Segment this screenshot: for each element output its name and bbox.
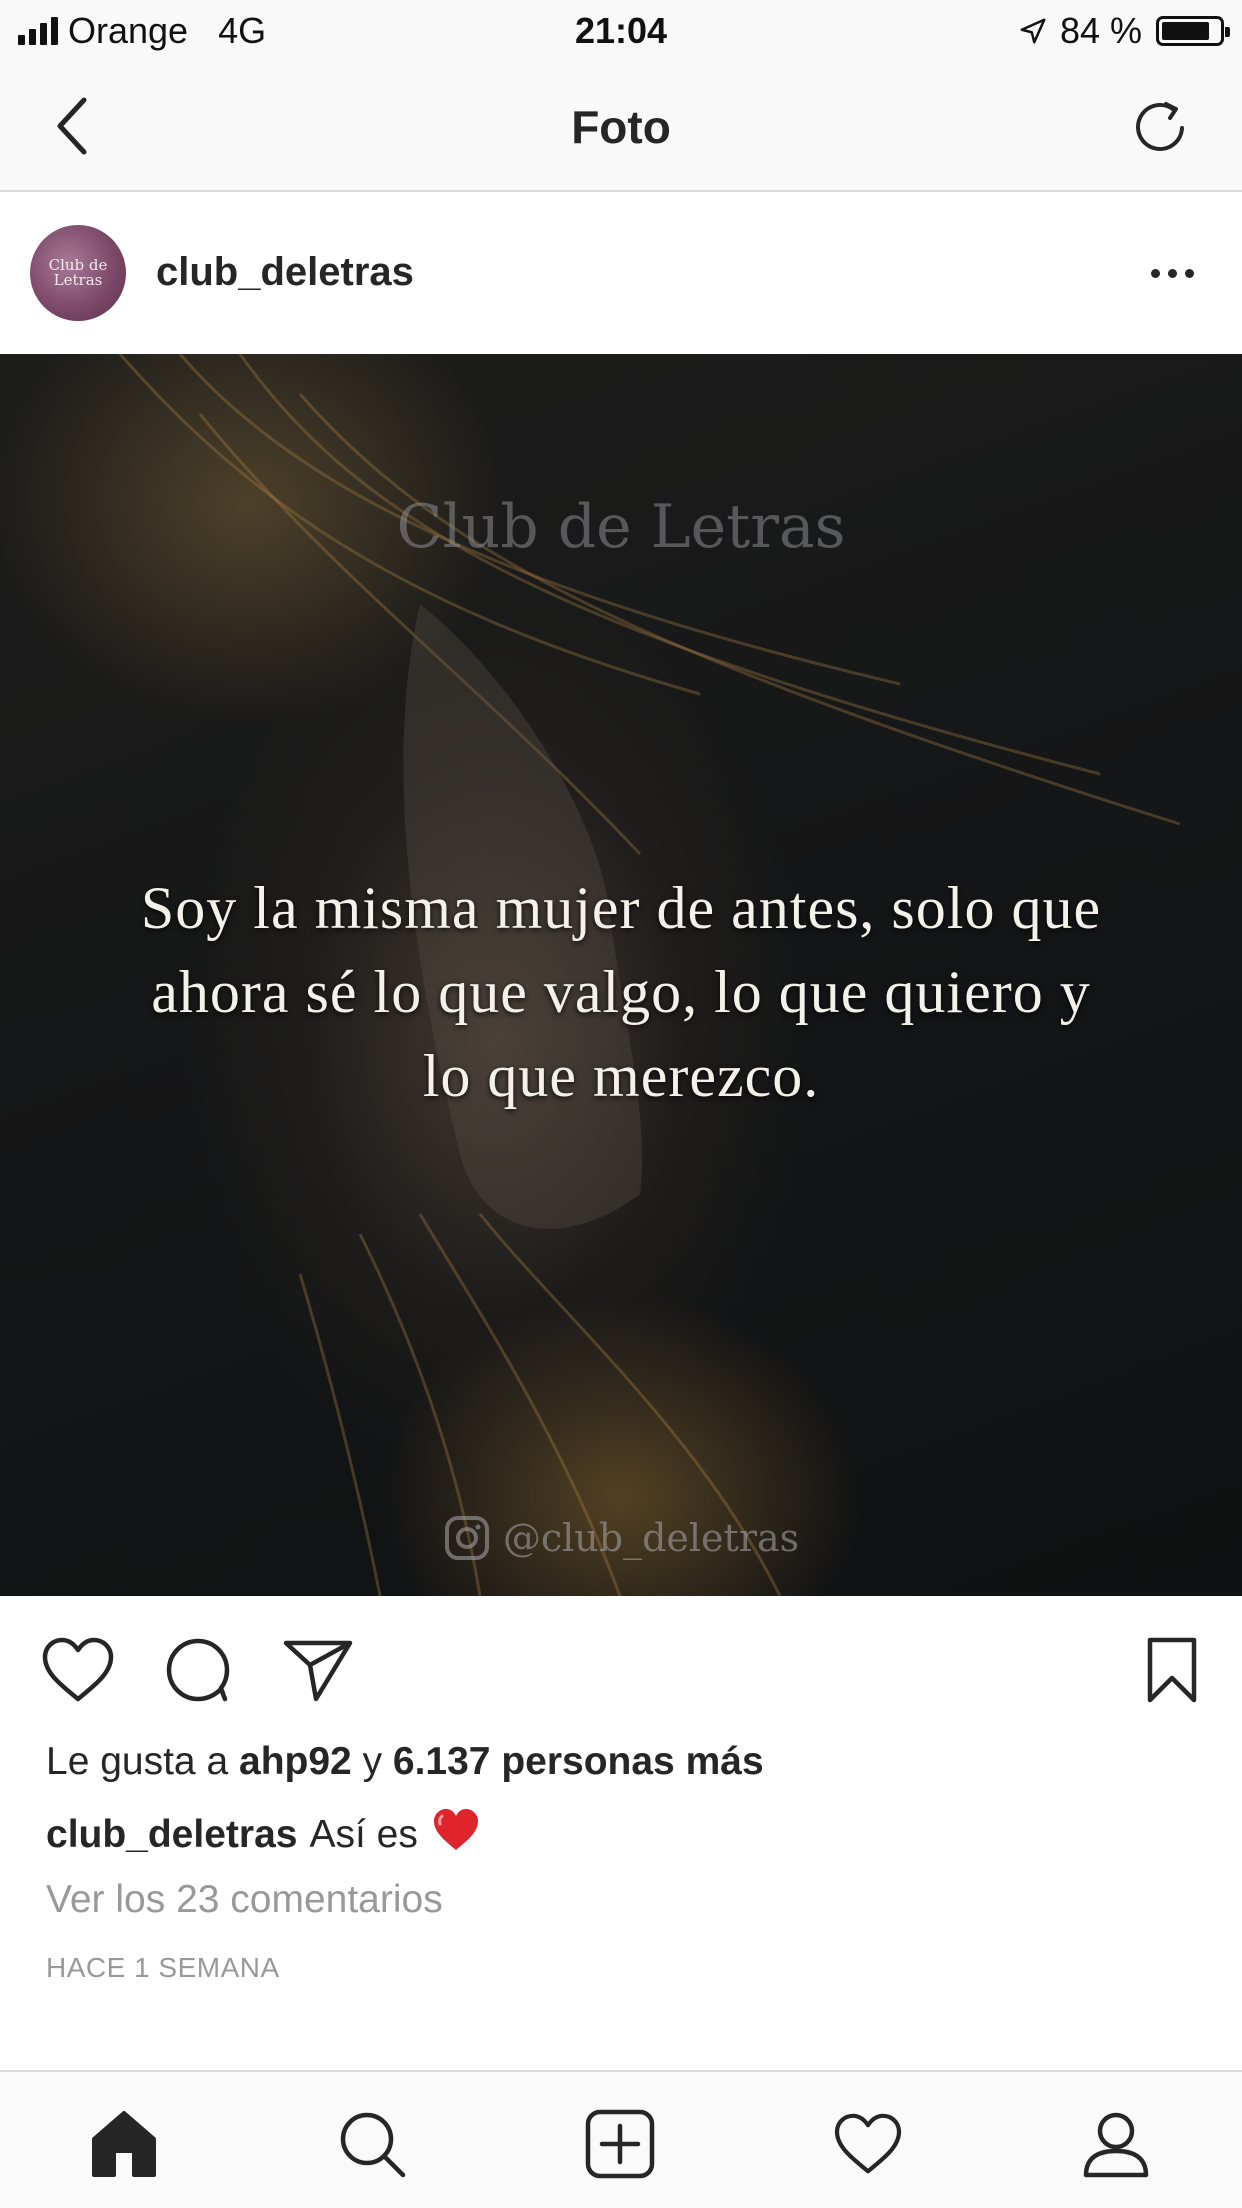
profile-icon <box>1083 2112 1149 2178</box>
more-dot-icon <box>1150 268 1160 278</box>
add-post-icon <box>585 2109 655 2179</box>
location-arrow-icon <box>1018 16 1048 46</box>
watermark-logo: Club de Letras <box>396 492 846 562</box>
battery-fill <box>1162 22 1210 40</box>
heart-icon <box>834 2113 902 2174</box>
comment-button[interactable] <box>160 1632 236 1708</box>
likes-conj: y <box>362 1740 383 1783</box>
heart-icon <box>42 1637 114 1702</box>
status-right: 84 % <box>1018 10 1230 52</box>
status-bar: Orange 4G 21:04 84 % <box>0 0 1242 62</box>
paper-plane-icon <box>283 1640 353 1702</box>
instagram-icon <box>444 1516 489 1560</box>
quote-text: Soy la misma mujer de antes, solo que ah… <box>140 875 1102 1109</box>
more-dot-icon <box>1167 268 1177 278</box>
search-icon <box>340 2112 406 2178</box>
post-header: Club de Letras club_deletras <box>0 192 1242 354</box>
watermark-handle-text: @club_deletras <box>502 1516 800 1560</box>
like-button[interactable] <box>40 1632 116 1708</box>
more-dot-icon <box>1184 268 1194 278</box>
view-comments-link[interactable]: Ver los 23 comentarios <box>46 1878 443 1922</box>
bookmark-icon <box>1147 1637 1197 1703</box>
caption: club_deletras Así es <box>46 1808 480 1862</box>
likes-line[interactable]: Le gusta a ahp92 y 6.137 personas más <box>46 1740 764 1784</box>
refresh-icon <box>1136 102 1184 151</box>
tab-activity[interactable] <box>826 2102 910 2186</box>
save-button[interactable] <box>1134 1632 1210 1708</box>
avatar-logo-text: Club de Letras <box>48 256 108 289</box>
post-actions <box>0 1596 1242 1744</box>
tab-home[interactable] <box>82 2102 166 2186</box>
likes-prefix: Le gusta a <box>46 1740 229 1783</box>
tab-bar <box>0 2070 1242 2208</box>
avatar[interactable]: Club de Letras <box>30 225 126 321</box>
watermark-handle: @club_deletras <box>0 1514 1242 1562</box>
tab-new-post[interactable] <box>578 2102 662 2186</box>
post-image[interactable]: Club de Letras Soy la misma mujer de ant… <box>0 354 1242 1596</box>
post-timestamp: HACE 1 SEMANA <box>46 1952 280 1983</box>
caption-text: Así es <box>309 1813 418 1856</box>
battery-icon <box>1156 16 1230 46</box>
tab-search[interactable] <box>330 2102 414 2186</box>
navigation-bar: Foto <box>0 62 1242 192</box>
home-icon <box>92 2111 156 2177</box>
share-button[interactable] <box>280 1632 356 1708</box>
tab-profile[interactable] <box>1074 2102 1158 2186</box>
refresh-button[interactable] <box>1128 94 1192 158</box>
likes-user[interactable]: ahp92 <box>239 1740 352 1783</box>
post-username[interactable]: club_deletras <box>156 250 414 295</box>
red-heart-emoji-icon <box>432 1808 480 1862</box>
likes-others[interactable]: 6.137 personas más <box>393 1740 764 1783</box>
caption-username[interactable]: club_deletras <box>46 1813 297 1857</box>
comment-icon <box>166 1638 230 1702</box>
more-options-button[interactable] <box>1142 258 1202 288</box>
page-title: Foto <box>571 101 671 153</box>
battery-percent: 84 % <box>1059 10 1142 51</box>
